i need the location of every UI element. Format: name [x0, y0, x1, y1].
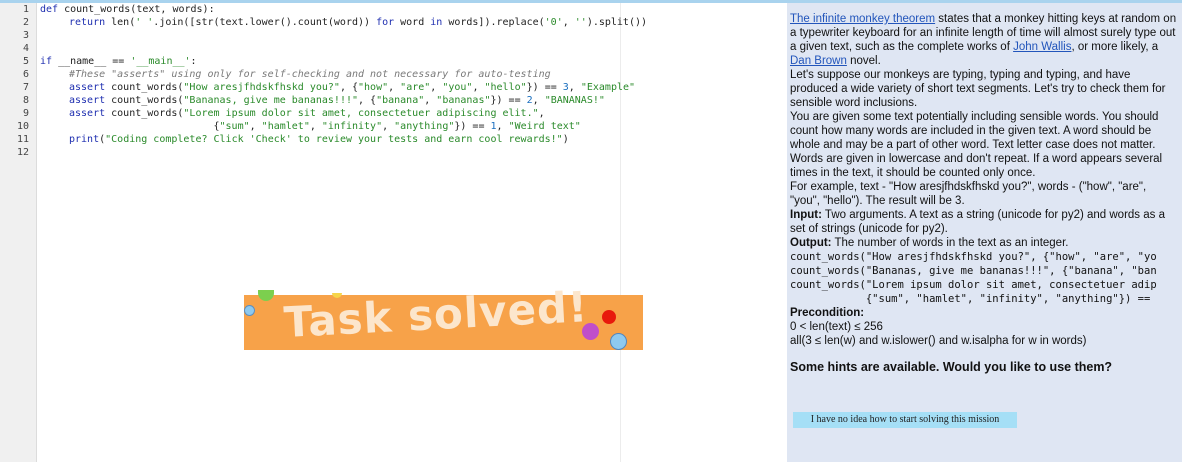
john-wallis-link[interactable]: John Wallis: [1013, 41, 1071, 53]
example-code-1: count_words("How aresjfhdskfhskd you?", …: [790, 251, 1157, 263]
task-solved-banner: Task solved!: [244, 282, 643, 350]
mission-description-panel: The infinite monkey theorem states that …: [787, 3, 1182, 462]
confetti-ball-purple: [582, 323, 599, 340]
example-code-2: count_words("Bananas, give me bananas!!!…: [790, 265, 1157, 277]
code-line-2: return len(' '.join([str(text.lower().co…: [69, 17, 648, 28]
input-description: Input: Two arguments. A text as a string…: [790, 209, 1165, 235]
hint-button[interactable]: I have no idea how to start solving this…: [793, 412, 1017, 428]
line-number: 1: [22, 4, 29, 15]
code-line-6: #These "asserts" using only for self-che…: [69, 69, 551, 80]
example-code-3: count_words("Lorem ipsum dolor sit amet,…: [790, 279, 1157, 291]
suppose-paragraph: Let's suppose our monkeys are typing, ty…: [790, 69, 1166, 109]
infinite-monkey-link[interactable]: The infinite monkey theorem: [790, 13, 935, 25]
code-line-11: print("Coding complete? Click 'Check' to…: [69, 134, 569, 145]
line-number: 6: [22, 69, 29, 80]
confetti-ball-green: [258, 290, 274, 301]
example-paragraph: For example, text - "How aresjfhdskfhskd…: [790, 181, 1147, 207]
line-number-gutter: 1 2 3 4 5 6 7 8 9 10 11 12: [0, 3, 37, 462]
code-line-7: assert count_words("How aresjfhdskfhskd …: [69, 82, 636, 93]
precondition-2: all(3 ≤ len(w) and w.islower() and w.isa…: [790, 335, 1087, 347]
line-number: 9: [22, 108, 29, 119]
dan-brown-link[interactable]: Dan Brown: [790, 55, 847, 67]
line-number: 4: [22, 43, 29, 54]
precondition-1: 0 < len(text) ≤ 256: [790, 321, 883, 333]
line-number: 12: [16, 147, 29, 158]
line-number: 11: [16, 134, 29, 145]
code-line-1: def count_words(text, words):: [40, 4, 215, 15]
precondition-heading: Precondition:: [790, 307, 865, 319]
task-paragraph: You are given some text potentially incl…: [790, 111, 1163, 179]
task-solved-text: Task solved!: [282, 282, 590, 347]
line-number: 2: [22, 17, 29, 28]
confetti-ball-blue: [244, 305, 255, 316]
line-number: 10: [16, 121, 29, 132]
line-number: 8: [22, 95, 29, 106]
line-number: 3: [22, 30, 29, 41]
code-line-9: assert count_words("Lorem ipsum dolor si…: [69, 108, 545, 119]
example-code-4: {"sum", "hamlet", "infinity", "anything"…: [790, 293, 1151, 305]
hints-question: Some hints are available. Would you like…: [790, 360, 1113, 374]
code-editor[interactable]: 1 2 3 4 5 6 7 8 9 10 11 12 def count_wor…: [0, 3, 787, 462]
code-line-10: {"sum", "hamlet", "infinity", "anything"…: [69, 121, 581, 132]
code-line-5: if __name__ == '__main__':: [40, 56, 197, 67]
mission-description: The infinite monkey theorem states that …: [790, 12, 1178, 374]
print-margin: [620, 3, 621, 462]
confetti-ball-red: [602, 310, 616, 324]
output-description: Output: The number of words in the text …: [790, 237, 1069, 249]
intro-paragraph: The infinite monkey theorem states that …: [790, 13, 1177, 67]
line-number: 5: [22, 56, 29, 67]
code-line-8: assert count_words("Bananas, give me ban…: [69, 95, 605, 106]
line-number: 7: [22, 82, 29, 93]
confetti-ball-light-blue: [610, 333, 627, 350]
